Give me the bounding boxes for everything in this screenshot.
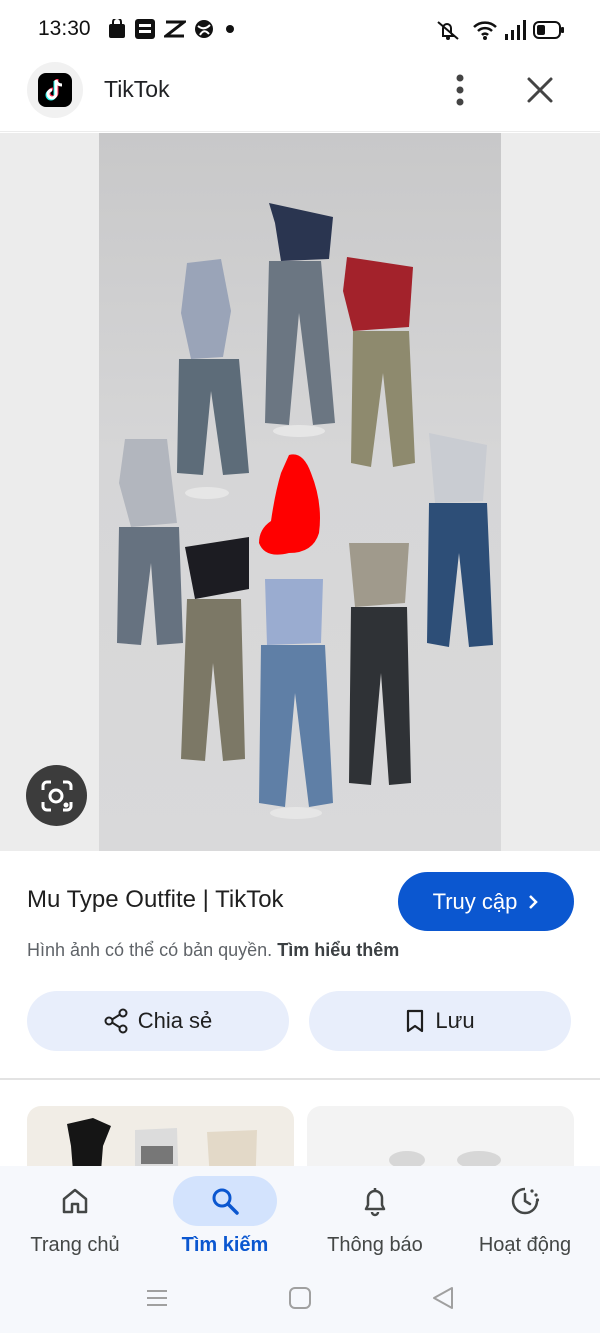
nav-search-label: Tìm kiếm (181, 1234, 269, 1256)
mute-icon (437, 21, 459, 40)
bell-icon (323, 1176, 427, 1226)
wifi-icon (473, 21, 497, 40)
visit-button[interactable]: Truy cập (398, 872, 574, 931)
nav-activity[interactable]: Hoạt động (450, 1166, 600, 1270)
signal-icon (505, 20, 526, 40)
nav-activity-label: Hoạt động (478, 1234, 572, 1256)
app-title: TikTok (104, 76, 170, 102)
history-icon (473, 1176, 577, 1226)
preview-image[interactable] (99, 133, 501, 851)
lens-icon (41, 780, 72, 811)
source-logo (27, 62, 83, 118)
status-time: 13:30 (38, 17, 91, 40)
nav-home-label: Trang chủ (30, 1234, 120, 1256)
close-button[interactable] (522, 72, 558, 108)
nav-notifications[interactable]: Thông báo (300, 1166, 450, 1270)
section-divider (0, 1078, 600, 1080)
close-icon (527, 77, 553, 103)
google-lens-button[interactable] (26, 765, 87, 826)
system-navigation-bar (0, 1270, 600, 1333)
visit-label: Truy cập (432, 888, 518, 914)
app-header: TikTok (0, 60, 600, 132)
save-label: Lưu (435, 1008, 475, 1033)
more-options-button[interactable] (446, 72, 474, 108)
home-icon (23, 1176, 127, 1226)
home-button-icon[interactable] (288, 1286, 312, 1310)
shop-notification-icon (109, 19, 125, 38)
bottom-navigation: Trang chủ Tìm kiếm Thông báo Hoạt động (0, 1166, 600, 1270)
back-button-icon[interactable] (430, 1285, 456, 1311)
copyright-notice: Hình ảnh có thể có bản quyền. Tìm hiểu t… (27, 940, 399, 961)
battery-icon (533, 21, 564, 39)
share-icon (104, 1008, 128, 1034)
nav-search[interactable]: Tìm kiếm (150, 1166, 300, 1270)
search-icon (173, 1176, 277, 1226)
more-notifications-dot-icon (226, 25, 234, 33)
learn-more-link[interactable]: Tìm hiểu thêm (277, 940, 399, 960)
share-label: Chia sẻ (137, 1008, 213, 1033)
recents-menu-icon[interactable] (145, 1286, 169, 1310)
status-bar: 13:30 (0, 0, 600, 60)
copyright-text: Hình ảnh có thể có bản quyền. (27, 940, 273, 960)
nav-home[interactable]: Trang chủ (0, 1166, 150, 1270)
save-button[interactable]: Lưu (309, 991, 571, 1051)
result-title: Mu Type Outfite | TikTok (27, 886, 284, 913)
tiktok-logo-icon (38, 73, 72, 107)
more-vert-icon (456, 74, 464, 106)
image-preview-area (0, 133, 600, 851)
chevron-right-icon (529, 894, 539, 909)
news-app-icon (135, 19, 155, 39)
share-button[interactable]: Chia sẻ (27, 991, 289, 1051)
browser-notification-icon (195, 20, 213, 38)
bookmark-icon (407, 1009, 424, 1033)
nav-notifications-label: Thông báo (327, 1234, 423, 1256)
capcut-icon (164, 20, 186, 38)
